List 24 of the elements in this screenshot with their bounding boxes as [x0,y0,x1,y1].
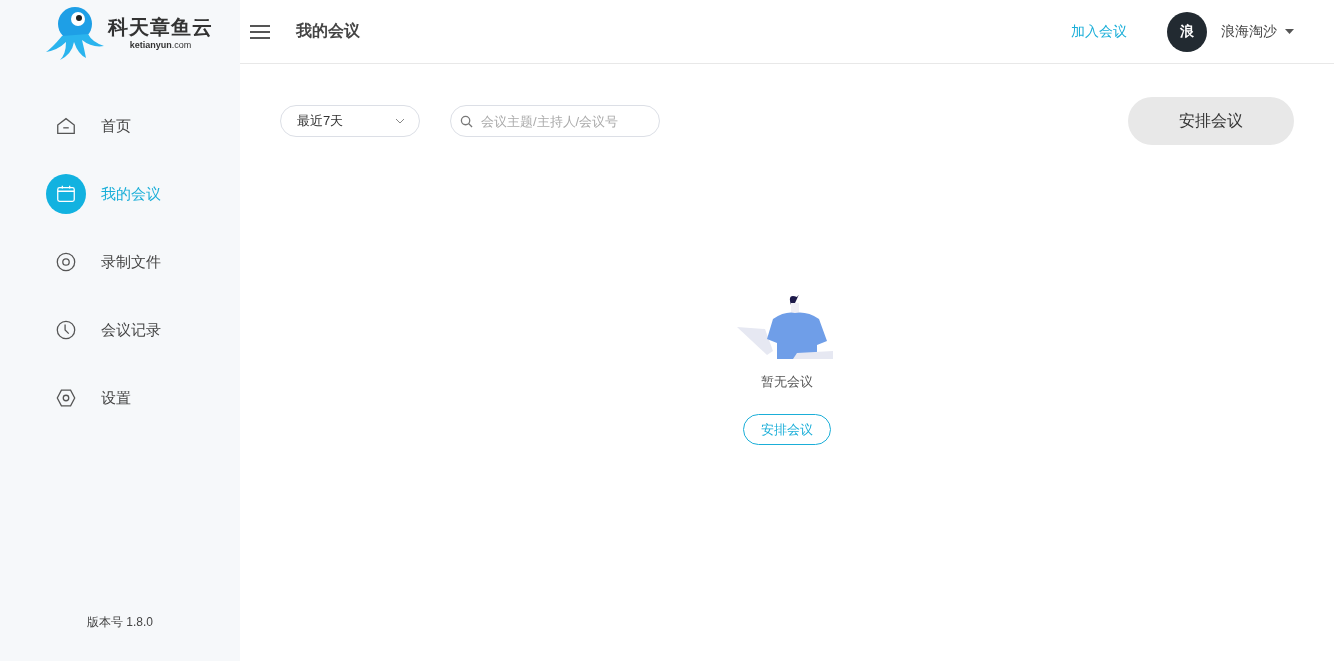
user-avatar: 浪 [1167,11,1207,52]
sidebar-item[interactable]: 会议记录 [0,306,240,354]
caret-icon [1285,29,1294,34]
sidebar-item[interactable]: 设置 [0,374,240,422]
settings-icon [55,387,77,409]
chevron-down-icon [395,118,405,124]
record-icon [55,251,77,273]
menu-button[interactable] [250,23,270,40]
sidebar-item[interactable]: 首页 [0,102,240,150]
page-title: 我的会议 [296,21,360,41]
calendar-icon [55,183,77,205]
logo-domain: ketianyun.com [129,40,192,50]
search-icon [460,115,473,128]
sidebar-item[interactable]: 录制文件 [0,238,240,286]
date-range-select[interactable]: 最近7天 [280,105,420,137]
schedule-meeting-button[interactable]: 安排会议 [1128,97,1294,145]
logo-name: 科天章鱼云 [108,15,213,40]
clock-icon [55,319,77,341]
version-text: 版本号 1.8.0 [86,614,154,631]
search-field[interactable]: 会议主题/主持人/会议号 [450,105,660,137]
home-icon [55,115,77,137]
empty-message: 暂无会议 [761,373,813,391]
octopus-logo-icon [44,4,106,60]
user-menu[interactable]: 浪海淘沙 [1221,22,1294,41]
